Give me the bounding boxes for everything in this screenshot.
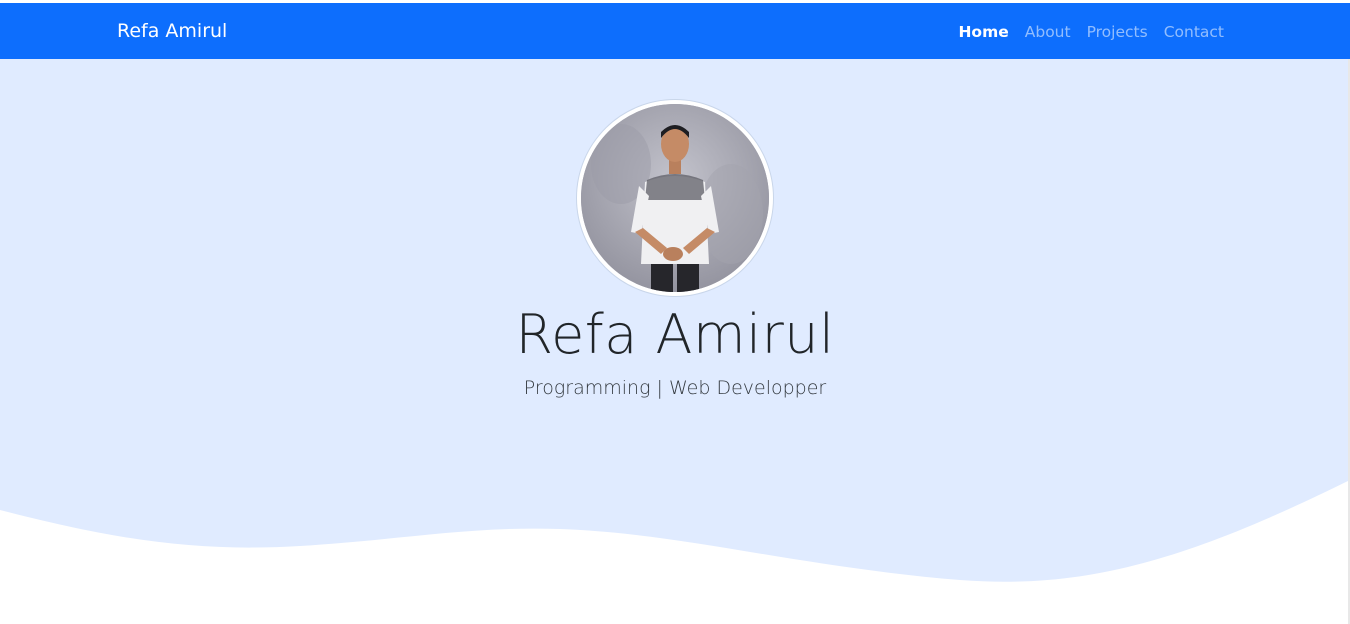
nav-item-contact: Contact: [1164, 22, 1224, 41]
hero-section: Refa Amirul Programming | Web Developper: [0, 59, 1350, 624]
navbar: Refa Amirul Home About Projects Contact: [0, 3, 1350, 59]
avatar-photo: [581, 104, 769, 292]
nav-link-home[interactable]: Home: [958, 23, 1008, 41]
nav-item-projects: Projects: [1087, 22, 1148, 41]
avatar: [577, 100, 773, 296]
hero-subtitle: Programming | Web Developper: [523, 377, 827, 399]
nav-item-about: About: [1025, 22, 1071, 41]
nav-link-projects[interactable]: Projects: [1087, 23, 1148, 41]
navbar-brand[interactable]: Refa Amirul: [117, 3, 227, 59]
nav-link-about[interactable]: About: [1025, 23, 1071, 41]
person-photo-icon: [581, 104, 769, 292]
hero-title: Refa Amirul: [515, 303, 835, 366]
nav-item-home: Home: [958, 22, 1008, 41]
nav-menu: Home About Projects Contact: [958, 3, 1224, 59]
nav-link-contact[interactable]: Contact: [1164, 23, 1224, 41]
